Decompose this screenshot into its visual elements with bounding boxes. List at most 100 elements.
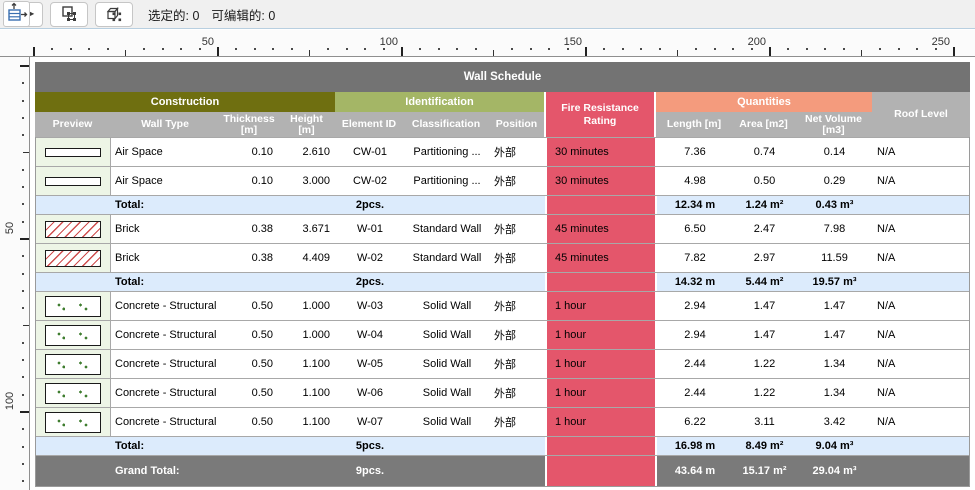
cell-fire[interactable]: 1 hour [545,350,657,378]
cell-area[interactable]: 1.47 [733,292,796,320]
cell-wall_type[interactable]: Air Space [111,167,221,195]
cell-classification[interactable]: Standard Wall [404,215,490,243]
cell-fire[interactable]: 1 hour [545,379,657,407]
cell-thickness[interactable]: 0.50 [221,292,279,320]
cell-height[interactable]: 1.000 [279,292,336,320]
cell-height[interactable]: 3.671 [279,215,336,243]
cell-classification[interactable]: Solid Wall [404,321,490,349]
cell-classification[interactable]: Partitioning ... [404,167,490,195]
cell-position[interactable]: 外部 [490,244,545,272]
cell-length[interactable]: 7.82 [657,244,733,272]
cell-thickness[interactable]: 0.50 [221,408,279,436]
cell-thickness[interactable]: 0.38 [221,215,279,243]
cell-height[interactable]: 1.100 [279,379,336,407]
cell-thickness[interactable]: 0.50 [221,379,279,407]
cell-preview[interactable] [36,292,111,320]
cell-preview[interactable] [36,138,111,166]
cell-wall_type[interactable]: Concrete - Structural [111,408,221,436]
cell-length[interactable]: 7.36 [657,138,733,166]
cell-length[interactable]: 2.94 [657,292,733,320]
cell-roof[interactable]: N/A [873,292,969,320]
cell-roof[interactable]: N/A [873,350,969,378]
cell-height[interactable]: 1.100 [279,350,336,378]
cell-height[interactable]: 1.000 [279,321,336,349]
column-header-length[interactable]: Length [m] [656,112,732,137]
cell-net_volume[interactable]: 11.59 [796,244,873,272]
cell-area[interactable]: 3.11 [733,408,796,436]
cell-height[interactable]: 4.409 [279,244,336,272]
cell-element_id[interactable]: CW-02 [336,167,404,195]
cell-area[interactable]: 0.50 [733,167,796,195]
cell-fire[interactable]: 45 minutes [545,244,657,272]
cell-position[interactable]: 外部 [490,350,545,378]
cell-roof[interactable]: N/A [873,167,969,195]
cell-roof[interactable]: N/A [873,379,969,407]
cell-position[interactable]: 外部 [490,292,545,320]
cell-element_id[interactable]: W-01 [336,215,404,243]
cell-wall_type[interactable]: Air Space [111,138,221,166]
cell-area[interactable]: 1.22 [733,379,796,407]
cell-length[interactable]: 6.22 [657,408,733,436]
cell-height[interactable]: 3.000 [279,167,336,195]
cell-element_id[interactable]: W-06 [336,379,404,407]
cell-fire[interactable]: 1 hour [545,321,657,349]
cell-preview[interactable] [36,379,111,407]
cell-classification[interactable]: Standard Wall [404,244,490,272]
select-elements-button[interactable] [95,1,133,27]
cell-preview[interactable] [36,321,111,349]
cell-thickness[interactable]: 0.10 [221,138,279,166]
cell-roof[interactable]: N/A [873,138,969,166]
select-marquee-button[interactable] [50,1,88,27]
cell-net_volume[interactable]: 1.47 [796,292,873,320]
cell-wall_type[interactable]: Brick [111,244,221,272]
cell-position[interactable]: 外部 [490,379,545,407]
column-header-net_volume[interactable]: Net Volume [m3] [795,112,872,137]
cell-position[interactable]: 外部 [490,167,545,195]
cell-classification[interactable]: Solid Wall [404,350,490,378]
cell-area[interactable]: 2.47 [733,215,796,243]
column-header-roof[interactable]: Roof Level [872,92,970,137]
cell-fire[interactable]: 1 hour [545,292,657,320]
cell-preview[interactable] [36,244,111,272]
cell-roof[interactable]: N/A [873,408,969,436]
cell-classification[interactable]: Solid Wall [404,292,490,320]
cell-element_id[interactable]: CW-01 [336,138,404,166]
cell-length[interactable]: 4.98 [657,167,733,195]
cell-fire[interactable]: 1 hour [545,408,657,436]
cell-classification[interactable]: Partitioning ... [404,138,490,166]
cell-thickness[interactable]: 0.10 [221,167,279,195]
cell-fire[interactable]: 30 minutes [545,138,657,166]
column-header-element_id[interactable]: Element ID [335,112,403,137]
cell-preview[interactable] [36,350,111,378]
cell-length[interactable]: 6.50 [657,215,733,243]
cell-length[interactable]: 2.44 [657,350,733,378]
cell-net_volume[interactable]: 0.29 [796,167,873,195]
cell-element_id[interactable]: W-04 [336,321,404,349]
column-header-area[interactable]: Area [m2] [732,112,795,137]
cell-area[interactable]: 0.74 [733,138,796,166]
cell-thickness[interactable]: 0.38 [221,244,279,272]
cell-wall_type[interactable]: Concrete - Structural [111,350,221,378]
cell-net_volume[interactable]: 0.14 [796,138,873,166]
cell-thickness[interactable]: 0.50 [221,321,279,349]
column-header-classification[interactable]: Classification [403,112,489,137]
cell-element_id[interactable]: W-02 [336,244,404,272]
column-header-height[interactable]: Height [m] [278,112,335,137]
cell-preview[interactable] [36,215,111,243]
cell-position[interactable]: 外部 [490,215,545,243]
cell-net_volume[interactable]: 3.42 [796,408,873,436]
cell-fire[interactable]: 45 minutes [545,215,657,243]
cell-element_id[interactable]: W-05 [336,350,404,378]
cell-wall_type[interactable]: Brick [111,215,221,243]
cell-wall_type[interactable]: Concrete - Structural [111,379,221,407]
cell-area[interactable]: 1.22 [733,350,796,378]
ruler-origin-button[interactable] [3,1,30,27]
cell-length[interactable]: 2.94 [657,321,733,349]
cell-net_volume[interactable]: 1.34 [796,350,873,378]
cell-roof[interactable]: N/A [873,244,969,272]
cell-classification[interactable]: Solid Wall [404,379,490,407]
cell-thickness[interactable]: 0.50 [221,350,279,378]
cell-position[interactable]: 外部 [490,321,545,349]
cell-height[interactable]: 2.610 [279,138,336,166]
cell-element_id[interactable]: W-03 [336,292,404,320]
